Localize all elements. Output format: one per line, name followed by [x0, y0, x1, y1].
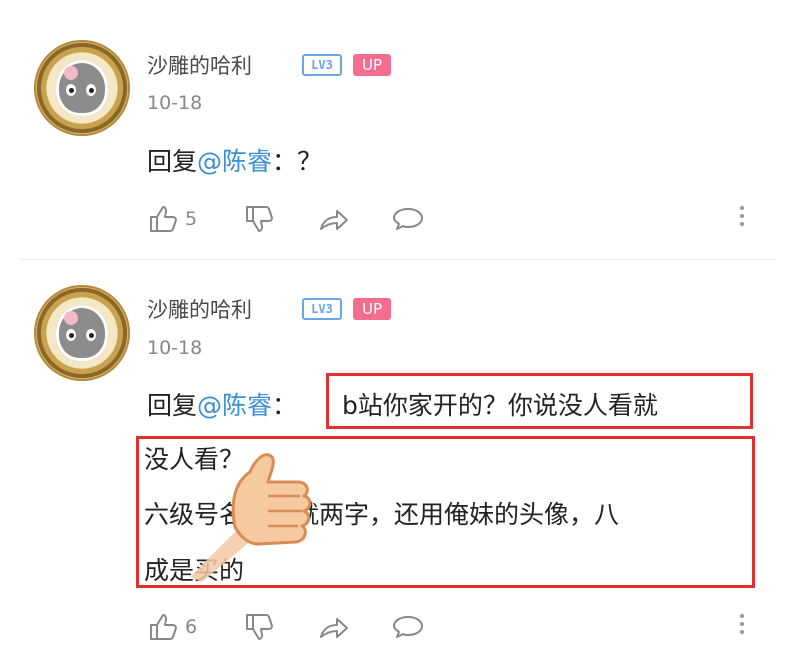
avatar[interactable]	[34, 285, 130, 381]
dislike-button[interactable]	[243, 610, 275, 644]
divider	[20, 259, 776, 260]
share-button[interactable]	[317, 610, 351, 644]
username[interactable]: 沙雕的哈利	[147, 50, 252, 80]
mention-link[interactable]: @陈睿	[197, 147, 272, 176]
avatar-face	[56, 305, 108, 361]
like-count: 5	[185, 208, 198, 230]
dislike-icon	[246, 206, 273, 232]
up-badge: UP	[353, 54, 391, 76]
dislike-button[interactable]	[243, 202, 275, 236]
avatar[interactable]	[34, 40, 130, 136]
thumbs-up-sticker	[190, 453, 312, 582]
avatar-eye	[86, 84, 96, 96]
reply-prefix: 回复	[147, 391, 198, 420]
mention-link[interactable]: @陈睿	[197, 391, 272, 420]
dislike-icon	[246, 614, 273, 640]
share-icon	[320, 618, 348, 638]
reply-colon: ：	[272, 391, 298, 420]
up-badge: UP	[353, 298, 391, 320]
avatar-eye	[66, 84, 76, 96]
avatar-bow	[64, 311, 78, 325]
more-icon[interactable]	[737, 202, 747, 236]
avatar-eye	[66, 329, 76, 341]
reply-prefix: 回复	[147, 147, 198, 176]
comment-text-line-1: 回复@陈睿：	[147, 386, 297, 422]
username[interactable]: 沙雕的哈利	[147, 294, 252, 324]
level-badge: LV3	[302, 298, 342, 320]
more-icon[interactable]	[737, 610, 747, 644]
comment-actions: 6	[147, 610, 767, 644]
avatar-face	[56, 60, 108, 116]
highlight-box-top	[326, 373, 753, 429]
reply-text: ：？	[272, 147, 323, 176]
comment-text: 回复@陈睿：？	[147, 142, 322, 178]
reply-button[interactable]	[391, 610, 425, 644]
comment-icon	[393, 208, 423, 230]
comment-date: 10-18	[147, 92, 203, 114]
like-button[interactable]: 5	[147, 202, 197, 236]
avatar-bow	[64, 66, 78, 80]
comment-actions: 5	[147, 202, 767, 236]
like-icon	[150, 614, 177, 640]
avatar-eye	[86, 329, 96, 341]
level-badge: LV3	[302, 54, 342, 76]
comment-icon	[393, 616, 423, 638]
like-count: 6	[185, 616, 198, 638]
comment-date: 10-18	[147, 337, 203, 359]
share-icon	[320, 210, 348, 230]
like-icon	[150, 206, 177, 232]
share-button[interactable]	[317, 202, 351, 236]
like-button[interactable]: 6	[147, 610, 197, 644]
reply-button[interactable]	[391, 202, 425, 236]
